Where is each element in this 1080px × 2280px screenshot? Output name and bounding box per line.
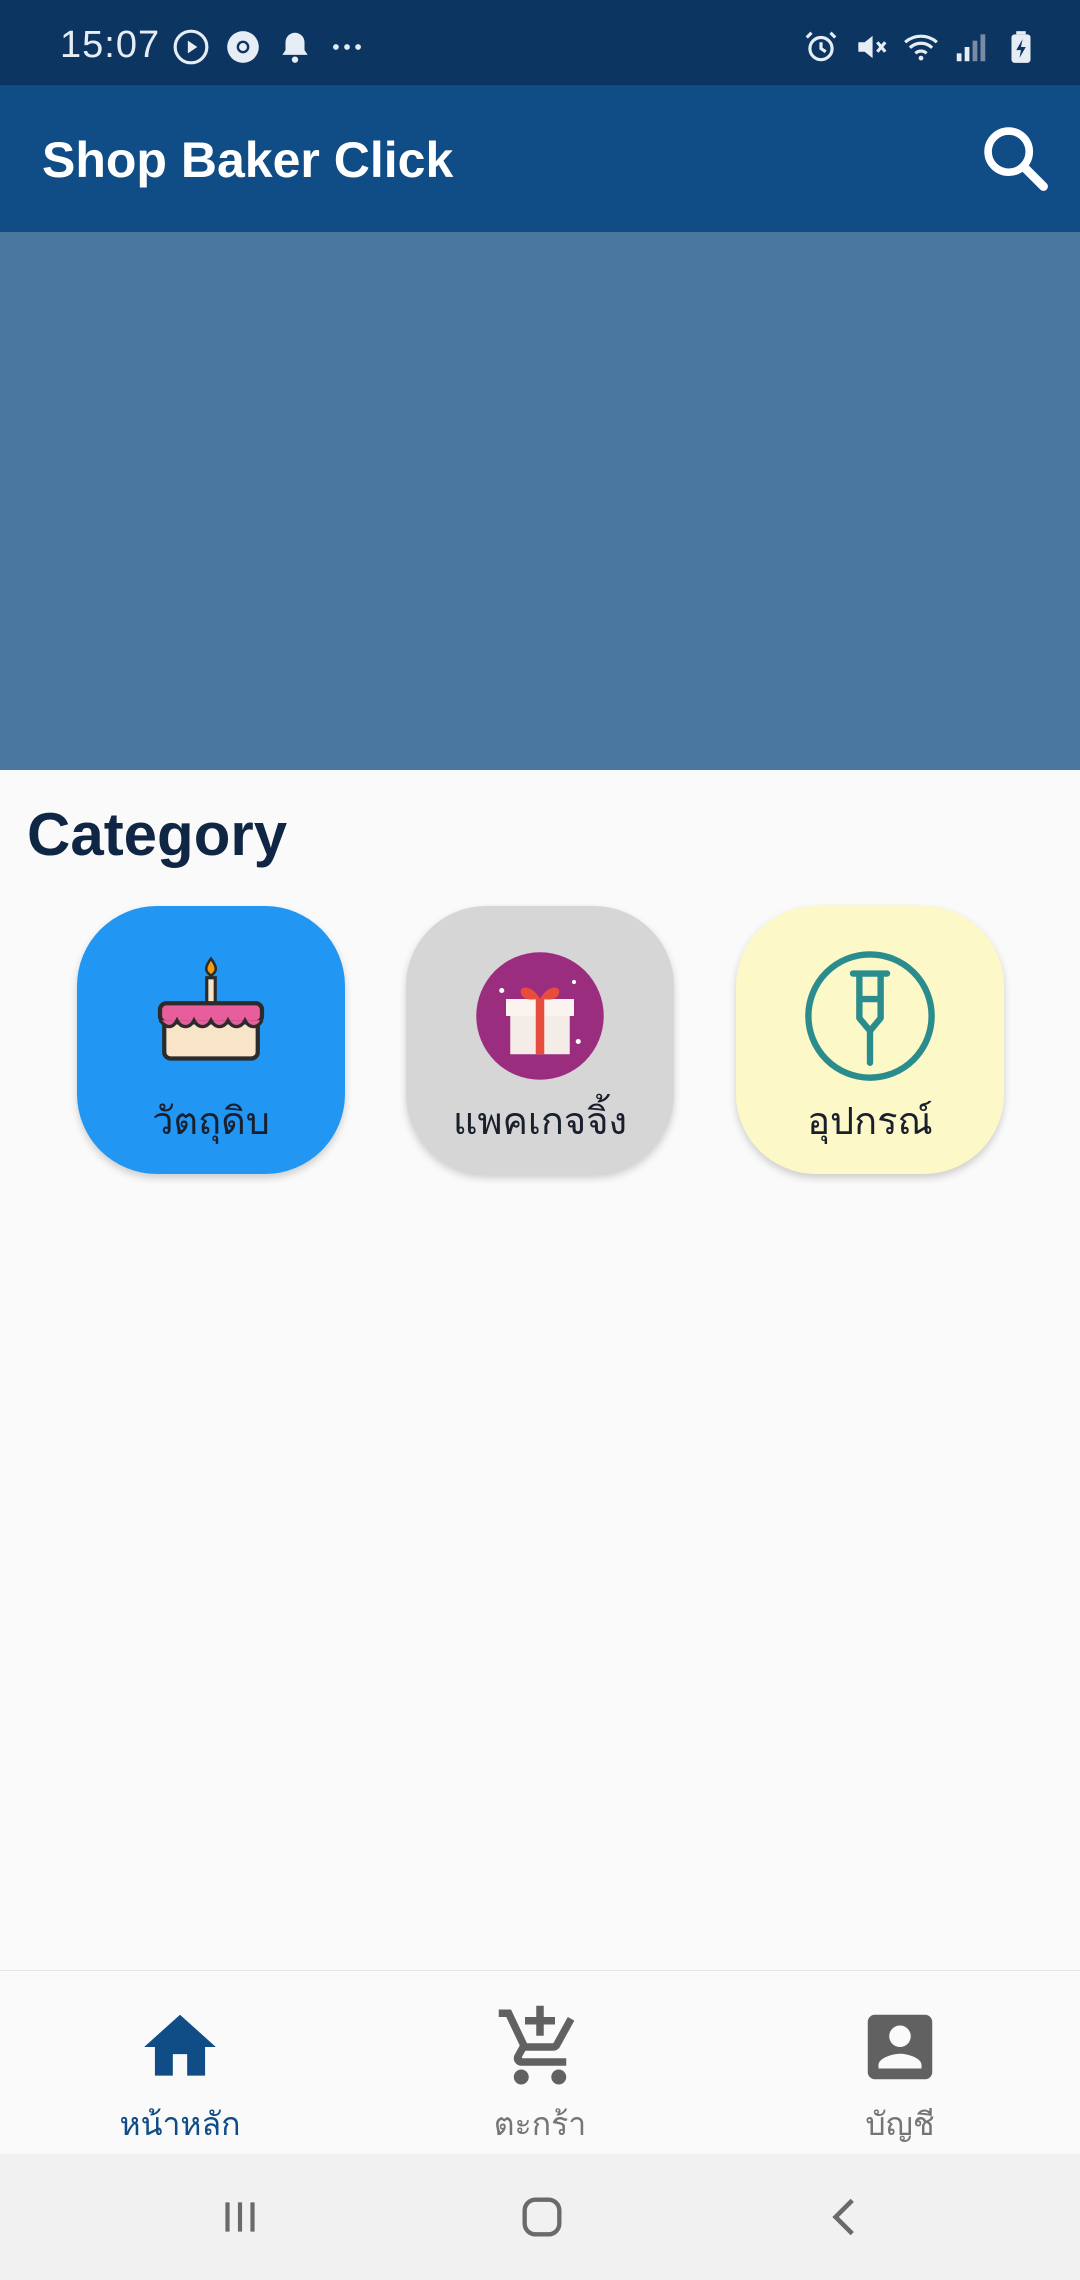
signal-icon bbox=[956, 34, 986, 62]
mute-icon bbox=[858, 35, 887, 59]
category-card-packaging[interactable]: แพคเกจจิ้ง bbox=[406, 906, 674, 1174]
nav-item-cart[interactable]: ตะกร้า bbox=[360, 1971, 720, 2155]
crutch-icon bbox=[805, 951, 935, 1081]
status-time: 15:07 bbox=[60, 24, 161, 66]
category-label: อุปกรณ์ bbox=[807, 1099, 933, 1143]
more-dots-icon bbox=[333, 44, 361, 50]
nav-label: ตะกร้า bbox=[493, 2105, 587, 2143]
back-icon bbox=[832, 2198, 854, 2236]
category-card-equipment[interactable]: อุปกรณ์ bbox=[736, 906, 1004, 1174]
chrome-icon bbox=[227, 31, 259, 63]
back-button[interactable] bbox=[806, 2184, 886, 2250]
alarm-icon bbox=[805, 31, 837, 62]
nav-label: บัญชี bbox=[865, 2105, 935, 2143]
account-box-icon bbox=[867, 2014, 933, 2080]
nav-label: หน้าหลัก bbox=[119, 2105, 241, 2143]
search-icon bbox=[984, 127, 1048, 191]
app-bar: Shop Baker Click bbox=[0, 85, 1080, 232]
home-icon bbox=[144, 2014, 216, 2076]
recent-apps-icon bbox=[225, 2202, 255, 2232]
gift-icon bbox=[476, 952, 604, 1080]
bell-icon bbox=[282, 32, 308, 63]
add-cart-icon bbox=[498, 2005, 575, 2085]
status-bar: 15:07 bbox=[0, 0, 1080, 85]
search-button[interactable] bbox=[972, 115, 1058, 201]
system-nav-bar bbox=[0, 2154, 1080, 2280]
home-circle-icon bbox=[522, 2197, 562, 2237]
category-card-ingredients[interactable]: วัตถุดิบ bbox=[77, 906, 345, 1174]
cake-icon bbox=[157, 956, 265, 1061]
app-title: Shop Baker Click bbox=[42, 132, 454, 188]
battery-charging-icon bbox=[1011, 31, 1031, 63]
recent-apps-button[interactable] bbox=[200, 2184, 280, 2250]
category-label: แพคเกจจิ้ง bbox=[452, 1099, 628, 1143]
nav-item-account[interactable]: บัญชี bbox=[720, 1971, 1080, 2155]
nav-item-home[interactable]: หน้าหลัก bbox=[0, 1971, 360, 2155]
bottom-nav: หน้าหลัก ตะกร้า บัญชี bbox=[0, 1970, 1080, 2154]
system-home-button[interactable] bbox=[502, 2184, 582, 2250]
banner[interactable] bbox=[0, 232, 1080, 770]
category-title: Category bbox=[27, 801, 288, 868]
wifi-icon bbox=[904, 34, 938, 61]
play-icon bbox=[173, 29, 209, 65]
category-label: วัตถุดิบ bbox=[152, 1099, 270, 1143]
